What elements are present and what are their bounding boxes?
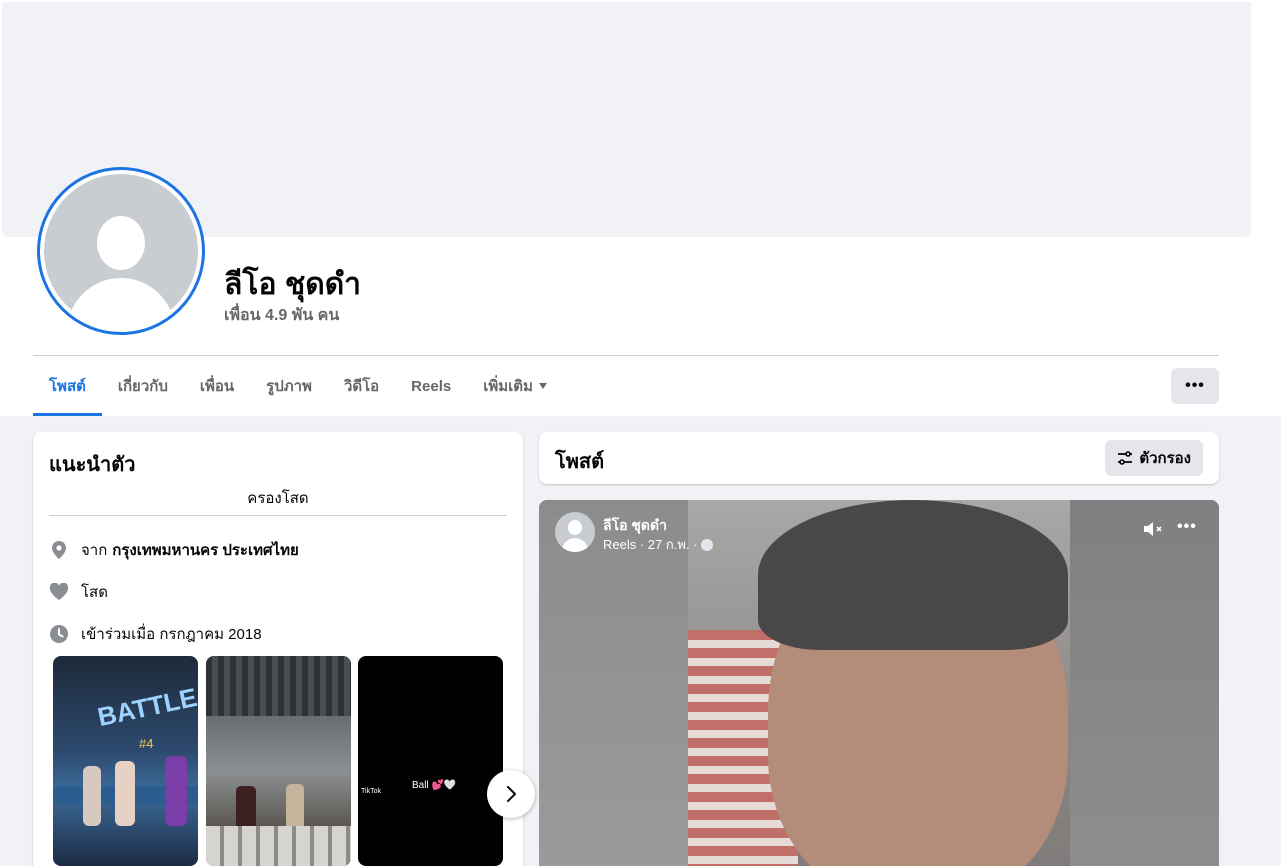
- posts-header: โพสต์ ตัวกรอง: [539, 432, 1219, 484]
- posts-title: โพสต์: [555, 451, 605, 473]
- featured-photo-2[interactable]: [206, 656, 351, 866]
- next-photos-button[interactable]: [487, 770, 535, 818]
- profile-more-button[interactable]: •••: [1171, 368, 1219, 404]
- tab-friends[interactable]: เพื่อน: [184, 356, 250, 416]
- intro-card: แนะนำตัว ครองโสด จาก กรุงเทพมหานคร ประเทศ…: [33, 432, 535, 866]
- tab-about[interactable]: เกี่ยวกับ: [102, 356, 184, 416]
- scrollbar-area: [1251, 0, 1281, 416]
- mute-icon[interactable]: [1142, 519, 1166, 544]
- filter-button[interactable]: ตัวกรอง: [1105, 440, 1203, 476]
- heart-icon: [49, 582, 69, 602]
- clock-icon: [49, 624, 69, 644]
- location-pin-icon: [49, 540, 69, 560]
- tab-reels[interactable]: Reels: [395, 356, 467, 416]
- post-meta: Reels · 27 ก.พ. ·: [603, 534, 714, 555]
- profile-name: ลีโอ ชุดดำ: [224, 268, 362, 301]
- profile-avatar[interactable]: [37, 167, 205, 335]
- friends-count[interactable]: เพื่อน 4.9 พัน คน: [224, 303, 339, 328]
- intro-bio: ครองโสด: [247, 490, 309, 507]
- intro-divider: [49, 515, 507, 516]
- chevron-right-icon: [507, 786, 516, 802]
- reel-video[interactable]: [688, 500, 1070, 866]
- post-author-avatar[interactable]: [555, 512, 595, 552]
- intro-title: แนะนำตัว: [49, 454, 136, 476]
- info-joined: เข้าร่วมเมื่อ กรกฎาคม 2018: [49, 622, 262, 646]
- tab-photos[interactable]: รูปภาพ: [250, 356, 328, 416]
- info-relationship: โสด: [49, 580, 108, 604]
- location-link[interactable]: กรุงเทพมหานคร ประเทศไทย: [112, 538, 298, 562]
- avatar-placeholder: [44, 174, 198, 328]
- reel-post[interactable]: ลีโอ ชุดดำ Reels · 27 ก.พ. · •••: [539, 500, 1219, 866]
- post-more-button[interactable]: •••: [1177, 518, 1197, 536]
- profile-tabs: โพสต์ เกี่ยวกับ เพื่อน รูปภาพ วิดีโอ Ree…: [33, 356, 563, 416]
- caret-down-icon: [538, 383, 547, 389]
- globe-icon: [701, 538, 714, 551]
- featured-photo-1[interactable]: BATTLE #4: [53, 656, 198, 866]
- info-location: จาก กรุงเทพมหานคร ประเทศไทย: [49, 538, 299, 562]
- featured-photo-3[interactable]: TikTok Ball 💕🤍: [358, 656, 503, 866]
- tab-posts[interactable]: โพสต์: [33, 356, 102, 416]
- tab-videos[interactable]: วิดีโอ: [328, 356, 395, 416]
- tab-more[interactable]: เพิ่มเติม: [467, 356, 563, 416]
- filter-sliders-icon: [1117, 450, 1133, 466]
